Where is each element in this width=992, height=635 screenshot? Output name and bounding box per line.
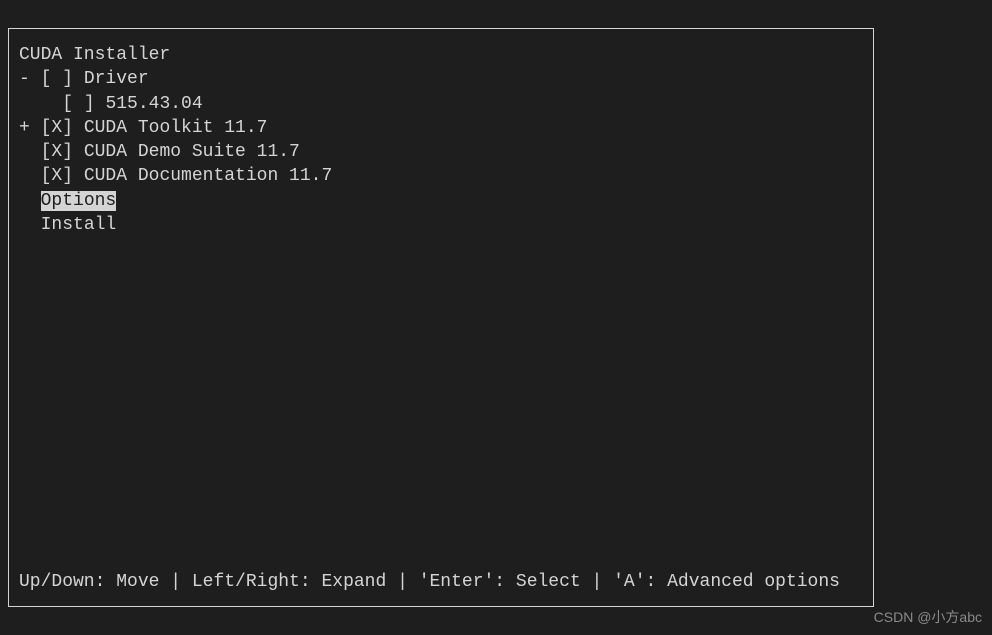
menu-item-install[interactable]: Install xyxy=(19,213,863,237)
separator: | xyxy=(386,572,418,592)
menu-item-cuda-documentation[interactable]: [X] CUDA Documentation 11.7 xyxy=(19,164,863,188)
item-label: CUDA Documentation 11.7 xyxy=(84,166,332,186)
menu-item-driver-version[interactable]: [ ] 515.43.04 xyxy=(19,92,863,116)
menu-item-driver[interactable]: - [ ] Driver xyxy=(19,67,863,91)
menu-item-cuda-toolkit[interactable]: + [X] CUDA Toolkit 11.7 xyxy=(19,116,863,140)
item-label: 515.43.04 xyxy=(105,94,202,114)
installer-title: CUDA Installer xyxy=(19,43,863,67)
item-label: CUDA Toolkit 11.7 xyxy=(84,118,268,138)
help-select: 'Enter': Select xyxy=(419,572,581,592)
checkbox-unchecked[interactable]: [ ] xyxy=(41,69,73,89)
help-advanced: 'A': Advanced options xyxy=(613,572,840,592)
tree-prefix xyxy=(19,166,41,186)
separator: | xyxy=(581,572,613,592)
item-label: CUDA Demo Suite 11.7 xyxy=(84,142,300,162)
tree-prefix xyxy=(19,215,41,235)
tree-prefix xyxy=(19,94,62,114)
help-expand: Left/Right: Expand xyxy=(192,572,386,592)
selected-item-label: Options xyxy=(41,191,117,211)
menu-item-cuda-demo-suite[interactable]: [X] CUDA Demo Suite 11.7 xyxy=(19,140,863,164)
help-footer: Up/Down: Move | Left/Right: Expand | 'En… xyxy=(19,572,863,592)
terminal-frame: CUDA Installer - [ ] Driver [ ] 515.43.0… xyxy=(8,28,874,607)
item-label: Driver xyxy=(84,69,149,89)
tree-prefix xyxy=(19,191,41,211)
installer-menu: CUDA Installer - [ ] Driver [ ] 515.43.0… xyxy=(19,43,863,237)
checkbox-checked[interactable]: [X] xyxy=(41,142,73,162)
help-move: Up/Down: Move xyxy=(19,572,159,592)
checkbox-unchecked[interactable]: [ ] xyxy=(62,94,94,114)
item-label: Install xyxy=(41,215,117,235)
checkbox-checked[interactable]: [X] xyxy=(41,166,73,186)
tree-prefix: + xyxy=(19,118,41,138)
menu-item-options[interactable]: Options xyxy=(19,189,863,213)
separator: | xyxy=(159,572,191,592)
watermark-text: CSDN @小方abc xyxy=(874,607,982,627)
checkbox-checked[interactable]: [X] xyxy=(41,118,73,138)
tree-prefix: - xyxy=(19,69,41,89)
tree-prefix xyxy=(19,142,41,162)
